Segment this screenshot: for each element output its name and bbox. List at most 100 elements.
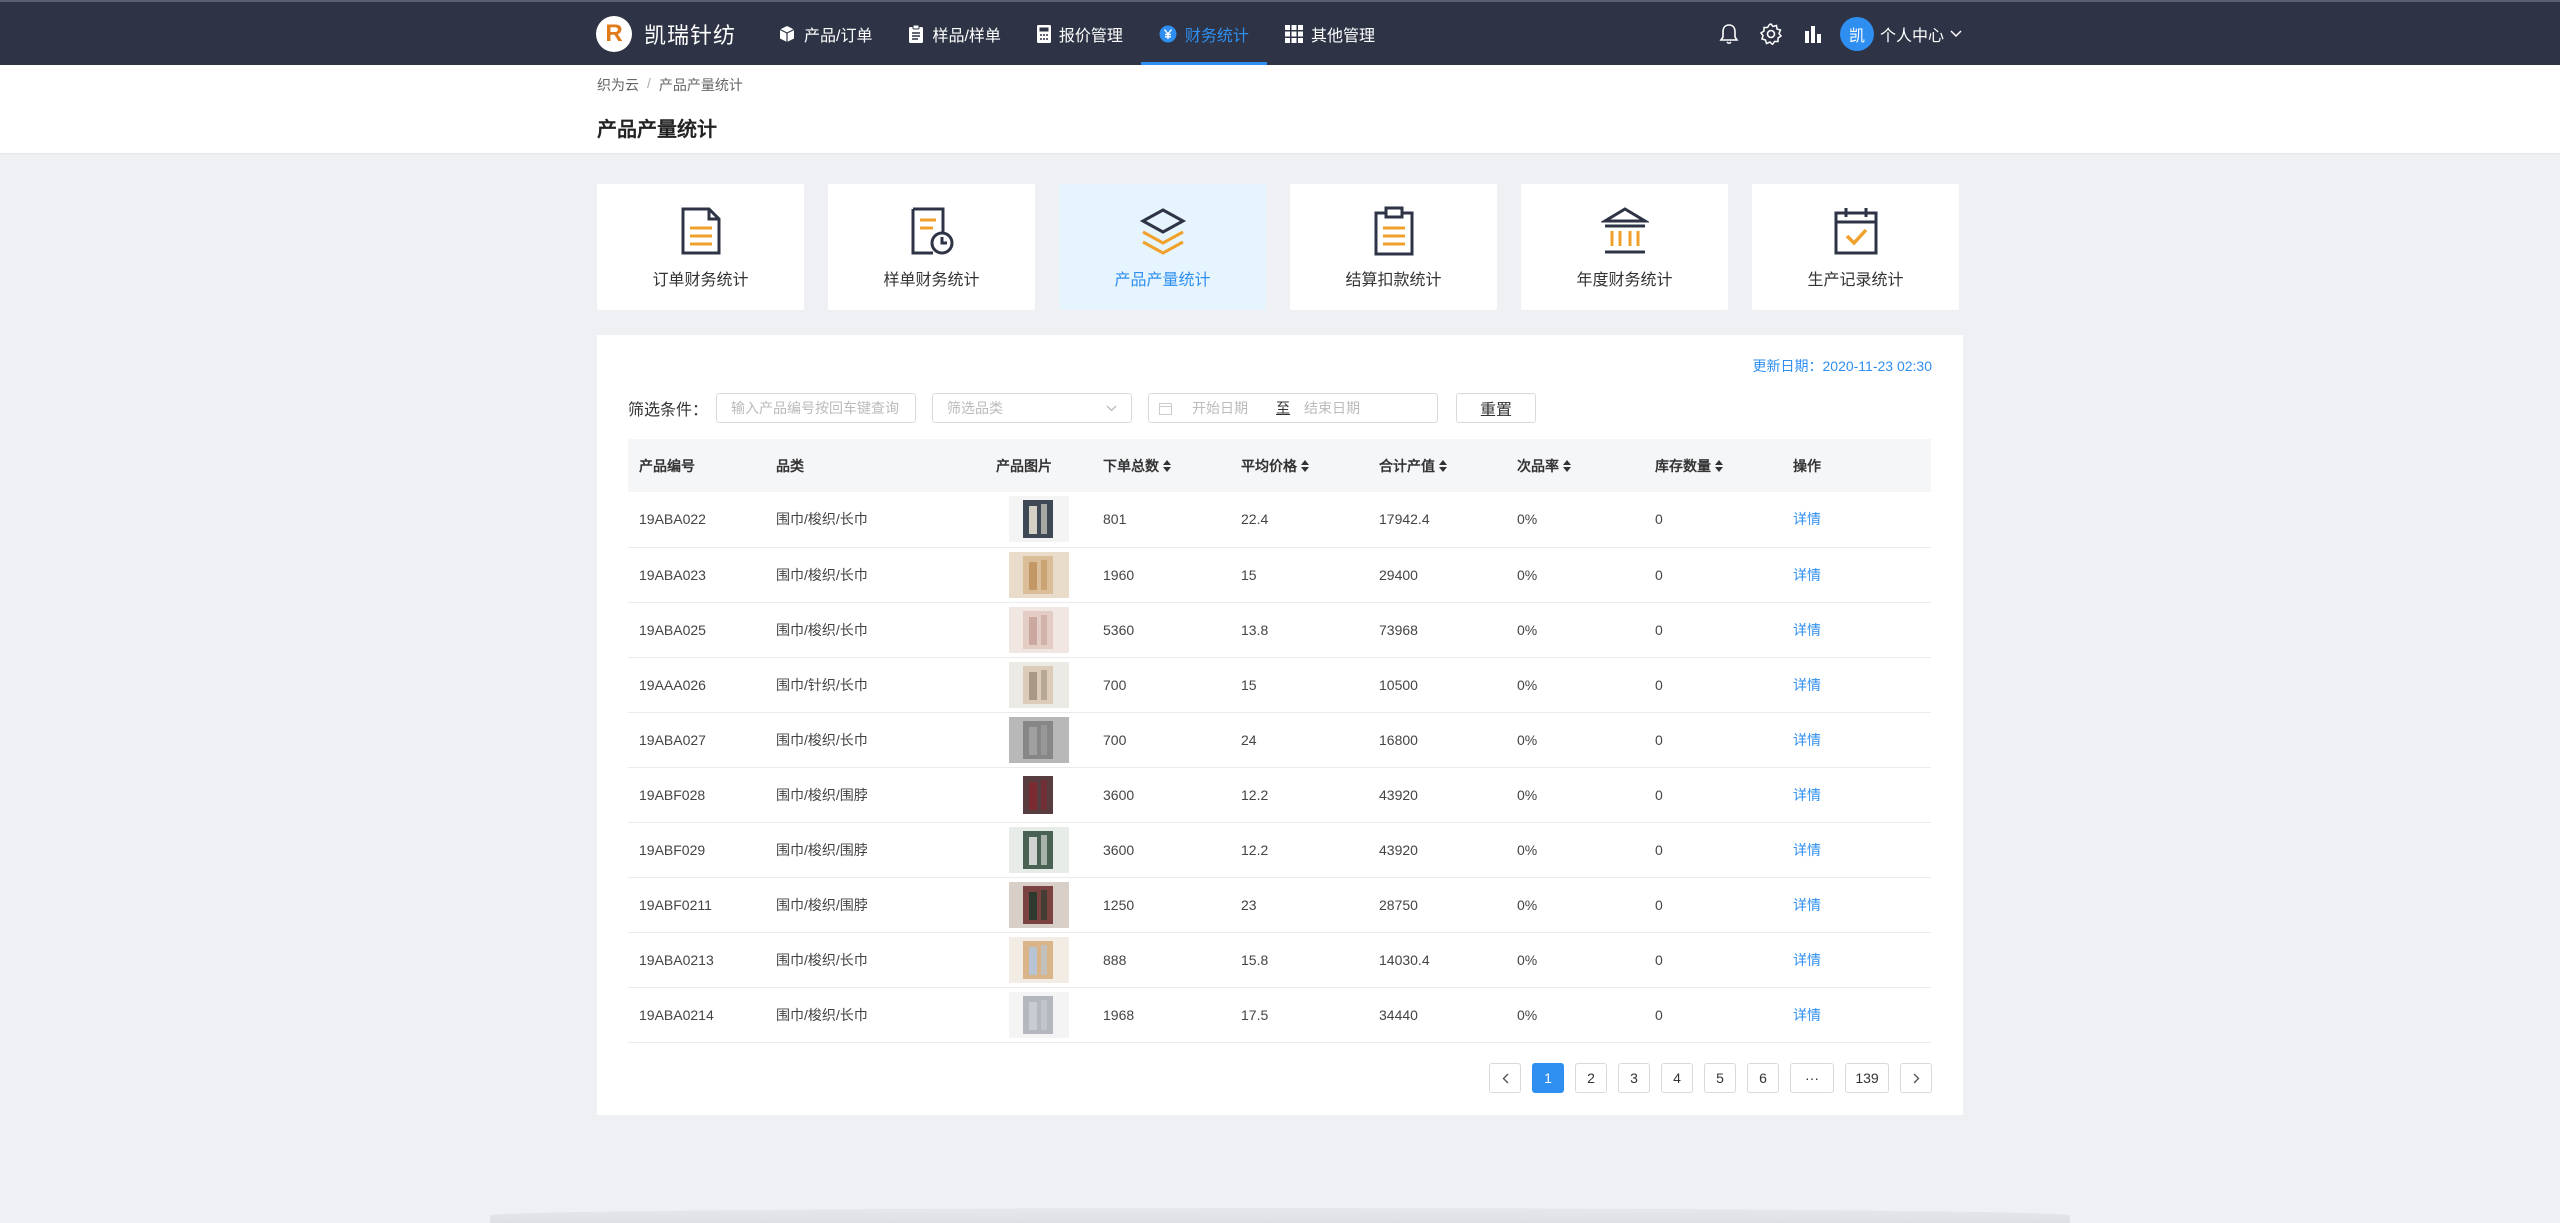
page-button-4[interactable]: 4 — [1661, 1063, 1693, 1093]
product-thumbnail[interactable] — [1008, 661, 1069, 708]
next-page-button[interactable] — [1900, 1063, 1932, 1093]
header-actions: 操作 — [1793, 457, 1821, 474]
header-total-value[interactable]: 合计产值 — [1368, 439, 1506, 492]
header-avg-price[interactable]: 平均价格 — [1230, 439, 1368, 492]
cell-avg-price: 24 — [1241, 731, 1257, 748]
prev-page-button[interactable] — [1489, 1063, 1521, 1093]
page-ellipsis-button[interactable]: ··· — [1790, 1063, 1834, 1093]
cell-stock-qty: 0 — [1655, 1006, 1663, 1023]
bank-icon — [1600, 207, 1649, 254]
page-button-6[interactable]: 6 — [1747, 1063, 1779, 1093]
end-date-placeholder[interactable]: 结束日期 — [1304, 398, 1360, 418]
reset-button[interactable]: 重置 — [1456, 393, 1537, 423]
card-sample-finance[interactable]: 样单财务统计 — [828, 184, 1035, 310]
detail-link[interactable]: 详情 — [1793, 567, 1821, 583]
bar-chart-icon[interactable] — [1792, 13, 1834, 55]
calendar-check-icon — [1834, 208, 1877, 255]
cell-actions: 详情 — [1782, 657, 1931, 712]
card-settlement-deduction[interactable]: 结算扣款统计 — [1290, 184, 1497, 310]
detail-link[interactable]: 详情 — [1793, 952, 1821, 968]
sort-icon[interactable] — [1301, 459, 1309, 475]
cell-category: 围巾/梭织/长巾 — [776, 731, 868, 748]
page-header: 织为云 / 产品产量统计 产品产量统计 — [0, 65, 2560, 153]
table-row: 19ABA025 围巾/梭织/长巾 5360 13.8 73968 0% 0 详情 — [628, 602, 1931, 657]
cell-actions: 详情 — [1782, 712, 1931, 767]
cell-actions: 详情 — [1782, 822, 1931, 877]
product-thumbnail[interactable] — [1008, 936, 1069, 983]
sort-icon[interactable] — [1163, 459, 1171, 475]
product-thumbnail[interactable] — [1008, 716, 1069, 763]
cell-stock-qty: 0 — [1655, 951, 1663, 968]
header-label: 下单总数 — [1103, 457, 1159, 474]
detail-link[interactable]: 详情 — [1793, 732, 1821, 748]
sort-icon[interactable] — [1439, 459, 1447, 475]
menu-item-products-orders[interactable]: 产品/订单 — [760, 2, 890, 65]
cell-avg-price: 15.8 — [1241, 951, 1269, 968]
sort-icon[interactable] — [1563, 459, 1571, 475]
category-select[interactable]: 筛选品类 — [932, 393, 1133, 423]
cell-avg-price: 17.5 — [1241, 1006, 1269, 1023]
menu-item-finance[interactable]: 财务统计 — [1140, 2, 1267, 65]
cell-product-code: 19ABF028 — [639, 786, 706, 803]
breadcrumb-separator: / — [647, 75, 651, 91]
brand[interactable]: R 凯瑞针纺 — [596, 16, 736, 52]
detail-link[interactable]: 详情 — [1793, 897, 1821, 913]
product-output-panel: 更新日期：2020-11-23 02:30 筛选条件： 输入产品编号按回车键查询… — [597, 335, 1963, 1115]
gear-icon[interactable] — [1750, 13, 1792, 55]
product-thumbnail[interactable] — [1008, 771, 1069, 818]
search-placeholder: 输入产品编号按回车键查询 — [731, 400, 900, 416]
main-menu: 产品/订单 样品/样单 报价管理 财务统计 其他管理 — [760, 2, 1393, 65]
chevron-left-icon — [1502, 1073, 1508, 1083]
product-thumbnail[interactable] — [1008, 496, 1069, 543]
cell-product-image — [985, 822, 1092, 877]
page-button-1[interactable]: 1 — [1532, 1063, 1564, 1093]
menu-item-other[interactable]: 其他管理 — [1267, 2, 1393, 65]
product-thumbnail[interactable] — [1008, 991, 1069, 1038]
breadcrumb-root[interactable]: 织为云 — [597, 75, 639, 95]
layers-icon — [1139, 208, 1186, 255]
product-thumbnail[interactable] — [1008, 606, 1069, 653]
product-thumbnail[interactable] — [1008, 551, 1069, 598]
pagination: 1 2 3 4 5 6 ··· 139 — [1489, 1063, 1932, 1093]
user-menu[interactable]: 凯 个人中心 — [1840, 16, 1962, 51]
bell-icon[interactable] — [1708, 13, 1750, 55]
detail-link[interactable]: 详情 — [1793, 1007, 1821, 1023]
detail-link[interactable]: 详情 — [1793, 622, 1821, 638]
product-code-search-input[interactable]: 输入产品编号按回车键查询 — [716, 393, 917, 423]
card-product-output[interactable]: 产品产量统计 — [1059, 184, 1266, 310]
detail-link[interactable]: 详情 — [1793, 787, 1821, 803]
page-button-3[interactable]: 3 — [1618, 1063, 1650, 1093]
cell-product-image — [985, 492, 1092, 547]
cell-order-qty: 801 — [1103, 511, 1127, 528]
brand-name: 凯瑞针纺 — [644, 23, 737, 48]
cell-order-qty: 700 — [1103, 676, 1127, 693]
table-header-row: 产品编号 品类 产品图片 下单总数 平均价格 合计产值 次品率 库存数量 操作 — [628, 439, 1931, 492]
page-button-2[interactable]: 2 — [1575, 1063, 1607, 1093]
cell-category: 围巾/梭织/围脖 — [776, 896, 868, 913]
detail-link[interactable]: 详情 — [1793, 842, 1821, 858]
chevron-right-icon — [1913, 1073, 1919, 1083]
cell-stock-qty: 0 — [1655, 731, 1663, 748]
date-range-picker[interactable]: 开始日期 至 结束日期 — [1148, 393, 1439, 423]
page-button-5[interactable]: 5 — [1704, 1063, 1736, 1093]
detail-link[interactable]: 详情 — [1793, 511, 1821, 527]
cell-product-code: 19ABA0213 — [639, 951, 714, 968]
start-date-placeholder[interactable]: 开始日期 — [1192, 398, 1262, 418]
cell-avg-price: 23 — [1241, 896, 1257, 913]
page-button-last[interactable]: 139 — [1845, 1063, 1889, 1093]
header-stock-qty[interactable]: 库存数量 — [1644, 439, 1782, 492]
product-thumbnail[interactable] — [1008, 826, 1069, 873]
cell-category: 围巾/梭织/围脖 — [776, 786, 868, 803]
menu-item-quotes[interactable]: 报价管理 — [1019, 2, 1141, 65]
card-production-record[interactable]: 生产记录统计 — [1752, 184, 1959, 310]
sort-icon[interactable] — [1715, 459, 1723, 475]
card-order-finance[interactable]: 订单财务统计 — [597, 184, 804, 310]
table-row: 19ABF0211 围巾/梭织/围脖 1250 23 28750 0% 0 详情 — [628, 877, 1931, 932]
menu-item-samples[interactable]: 样品/样单 — [890, 2, 1018, 65]
card-annual-finance[interactable]: 年度财务统计 — [1521, 184, 1728, 310]
product-thumbnail[interactable] — [1008, 881, 1069, 928]
header-order-qty[interactable]: 下单总数 — [1092, 439, 1230, 492]
detail-link[interactable]: 详情 — [1793, 677, 1821, 693]
header-defect-rate[interactable]: 次品率 — [1506, 439, 1644, 492]
cell-defect-rate: 0% — [1517, 786, 1538, 803]
